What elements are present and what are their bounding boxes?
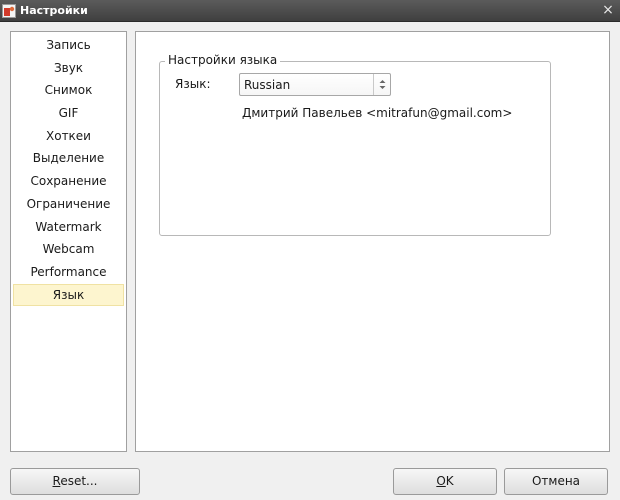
ok-label: K: [445, 474, 454, 488]
group-title: Настройки языка: [165, 53, 281, 67]
sidebar-item-selection[interactable]: Выделение: [13, 147, 124, 170]
sidebar-item-gif[interactable]: GIF: [13, 102, 124, 125]
settings-category-list: Запись Звук Снимок GIF Хоткеи Выделение …: [10, 31, 127, 452]
sidebar-item-record[interactable]: Запись: [13, 34, 124, 57]
author-credit: Дмитрий Павельев <mitrafun@gmail.com>: [242, 106, 513, 120]
settings-content-panel: Настройки языка Язык: Russian Дмитрий Па…: [135, 31, 610, 452]
app-icon: [2, 4, 16, 18]
sidebar-item-language[interactable]: Язык: [13, 283, 124, 307]
language-select[interactable]: Russian: [239, 73, 391, 96]
close-icon[interactable]: ×: [602, 3, 614, 17]
sidebar-item-hotkeys[interactable]: Хоткеи: [13, 125, 124, 148]
title-bar[interactable]: Настройки ×: [0, 0, 620, 22]
sidebar-item-sound[interactable]: Звук: [13, 57, 124, 80]
sidebar-item-webcam[interactable]: Webcam: [13, 238, 124, 261]
language-settings-group: Настройки языка Язык: Russian Дмитрий Па…: [159, 53, 551, 236]
settings-window: Настройки × Запись Звук Снимок GIF Хотке…: [0, 0, 620, 500]
ok-button[interactable]: OK: [393, 468, 497, 495]
language-select-value: Russian: [244, 78, 291, 92]
ok-mnemonic: O: [436, 474, 446, 488]
sidebar-item-watermark[interactable]: Watermark: [13, 216, 124, 239]
reset-button[interactable]: Reset...: [10, 468, 140, 495]
language-label: Язык:: [175, 77, 211, 91]
sidebar-item-screenshot[interactable]: Снимок: [13, 79, 124, 102]
reset-label: eset...: [60, 474, 98, 488]
window-title: Настройки: [20, 4, 88, 17]
sidebar-item-limit[interactable]: Ограничение: [13, 193, 124, 216]
sidebar-item-performance[interactable]: Performance: [13, 261, 124, 284]
select-arrows-icon[interactable]: [373, 74, 390, 95]
sidebar-item-saving[interactable]: Сохранение: [13, 170, 124, 193]
cancel-button[interactable]: Отмена: [504, 468, 608, 495]
